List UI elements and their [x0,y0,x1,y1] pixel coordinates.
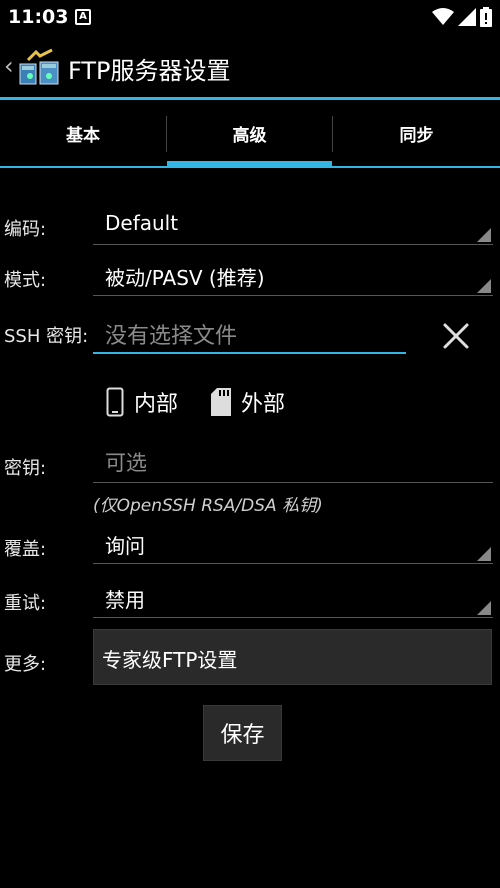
back-chevron-icon[interactable]: ‹ [4,52,14,80]
tab-sync[interactable]: 同步 [333,100,500,166]
internal-label: 内部 [134,392,179,417]
mode-value: 被动/PASV (推荐) [105,266,265,290]
dropdown-arrow-icon [477,547,491,561]
mode-label: 模式: [4,270,47,291]
status-bar: 11:03 A [0,0,500,34]
notification-icon: A [75,9,91,25]
signal-icon [458,8,476,26]
tab-label: 基本 [66,125,100,146]
tab-bar: 基本 高级 同步 [0,100,500,168]
dropdown-arrow-icon [477,601,491,615]
more-label: 更多: [4,654,47,675]
overwrite-value: 询问 [105,534,145,558]
encoding-spinner[interactable]: Default [93,203,493,245]
expert-ftp-settings-button[interactable]: 专家级FTP设置 [93,629,492,685]
phone-icon [106,387,124,417]
clear-icon[interactable] [436,316,476,356]
encoding-label: 编码: [4,219,47,240]
expert-ftp-settings-label: 专家级FTP设置 [102,648,238,672]
battery-icon [480,7,492,27]
external-storage-option[interactable]: 外部 [211,380,285,424]
tab-label: 同步 [399,125,434,146]
internal-storage-option[interactable]: 内部 [106,380,178,424]
overwrite-spinner[interactable]: 询问 [93,522,493,564]
save-button[interactable]: 保存 [203,705,282,761]
overwrite-label: 覆盖: [4,539,47,560]
action-bar: ‹ FTP服务器设置 [0,34,500,98]
ssh-key-hint: (仅OpenSSH RSA/DSA 私钥) [93,496,323,516]
status-time: 11:03 [8,6,69,28]
retry-label: 重试: [4,593,47,614]
retry-value: 禁用 [105,588,145,612]
ftp-app-icon[interactable] [18,48,60,88]
ssh-key-label: SSH 密钥: [4,326,89,347]
passphrase-placeholder: 可选 [105,451,147,475]
mode-spinner[interactable]: 被动/PASV (推荐) [93,254,493,296]
ssh-key-placeholder: 没有选择文件 [105,324,238,349]
tab-basic[interactable]: 基本 [0,100,166,166]
tab-advanced[interactable]: 高级 [167,100,332,166]
retry-spinner[interactable]: 禁用 [93,576,493,618]
ssh-key-field[interactable]: 没有选择文件 [93,312,406,354]
status-icons [432,6,492,28]
tab-label: 高级 [232,125,267,146]
passphrase-label: 密钥: [4,458,47,479]
encoding-value: Default [105,211,179,235]
dropdown-arrow-icon [477,228,491,242]
external-label: 外部 [241,392,286,417]
wifi-icon [432,8,454,25]
passphrase-field[interactable]: 可选 [93,441,493,483]
tab-selected-indicator [167,161,332,167]
sd-card-icon [211,388,231,416]
page-title: FTP服务器设置 [68,57,231,85]
dropdown-arrow-icon [477,279,491,293]
